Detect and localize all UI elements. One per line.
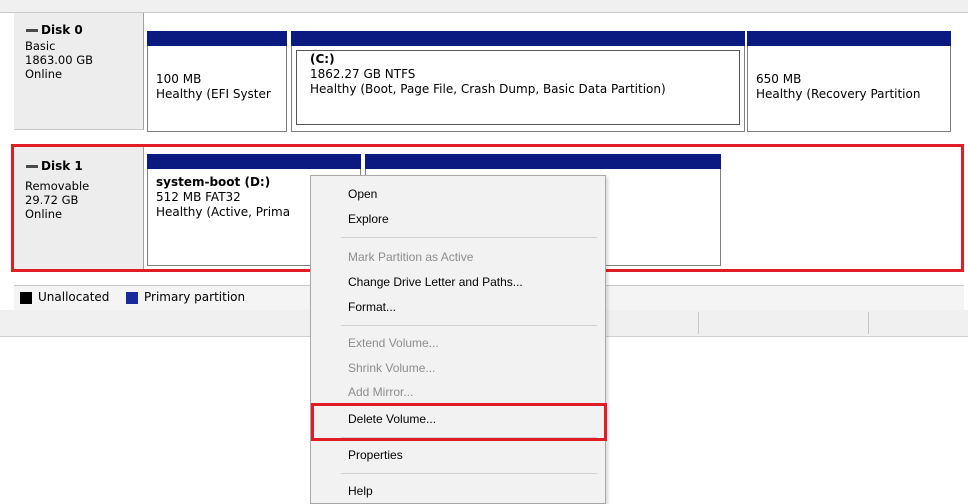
partition-status: Healthy (Boot, Page File, Crash Dump, Ba… (310, 82, 666, 96)
menu-item-properties[interactable]: Properties (348, 448, 403, 462)
disk-size: 1863.00 GB (25, 53, 94, 67)
partition-size: 650 MB (756, 72, 802, 86)
partition-efi[interactable]: 100 MB Healthy (EFI Syster (147, 31, 287, 132)
disk-name: Disk 0 (41, 23, 83, 37)
menu-item-format[interactable]: Format... (348, 300, 396, 314)
menu-item-mark-active: Mark Partition as Active (348, 250, 474, 264)
disk-info-0[interactable]: Disk 0 Basic 1863.00 GB Online (14, 13, 144, 130)
menu-separator (341, 325, 597, 326)
partition-status: Healthy (Recovery Partition (756, 87, 921, 101)
top-panel-edge (0, 0, 968, 13)
menu-separator (341, 237, 597, 238)
menu-item-change-drive-letter[interactable]: Change Drive Letter and Paths... (348, 275, 523, 289)
partition-size: 100 MB (156, 72, 202, 86)
legend-unallocated: Unallocated (38, 290, 110, 304)
menu-item-help[interactable]: Help (348, 484, 373, 498)
menu-item-add-mirror: Add Mirror... (348, 385, 414, 399)
menu-item-shrink-volume: Shrink Volume... (348, 361, 436, 375)
partition-bar (147, 31, 287, 46)
menu-item-explore[interactable]: Explore (348, 212, 389, 226)
disk-row-0[interactable]: Disk 0 Basic 1863.00 GB Online 100 MB He… (14, 13, 964, 132)
unallocated-swatch (20, 292, 32, 304)
partition-c[interactable]: (C:) 1862.27 GB NTFS Healthy (Boot, Page… (291, 31, 745, 132)
delete-volume-highlight (311, 403, 607, 441)
partition-label: (C:) (310, 52, 335, 66)
menu-separator (341, 473, 597, 474)
disk-type: Basic (25, 39, 56, 53)
partition-size: 1862.27 GB NTFS (310, 67, 416, 81)
partition-recovery[interactable]: 650 MB Healthy (Recovery Partition (747, 31, 951, 132)
primary-swatch (126, 292, 138, 304)
disk-status: Online (25, 67, 63, 81)
partition-status: Healthy (EFI Syster (156, 87, 271, 101)
partition-bar (747, 31, 951, 46)
disk-icon (26, 29, 38, 32)
menu-item-extend-volume: Extend Volume... (348, 336, 439, 350)
legend-primary: Primary partition (144, 290, 246, 304)
context-menu[interactable]: Open Explore Mark Partition as Active Ch… (310, 175, 606, 504)
menu-item-open[interactable]: Open (348, 187, 377, 201)
partition-bar (291, 31, 745, 46)
